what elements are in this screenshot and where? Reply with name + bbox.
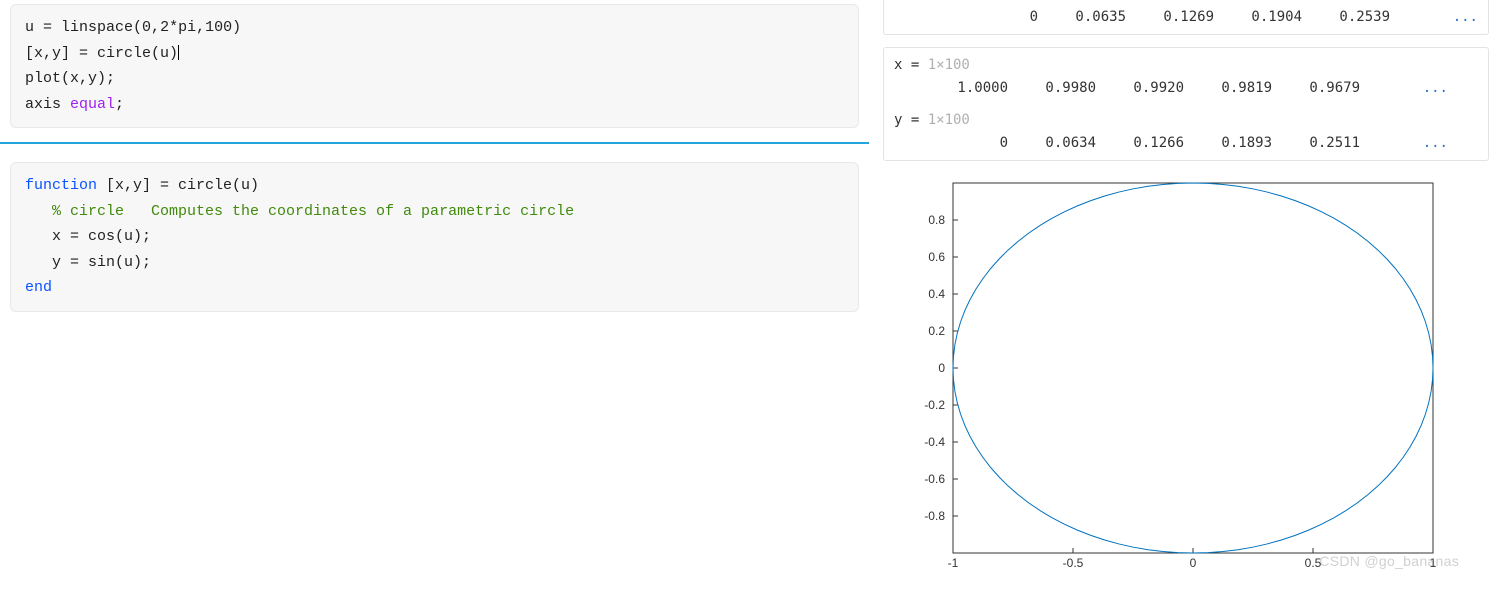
x-axis-ticks: -1 -0.5 0 0.5 1 (948, 548, 1437, 570)
ellipsis-icon[interactable]: ... (1414, 6, 1478, 28)
code-text: x = cos(u); (52, 228, 151, 245)
plot-svg: -0.8 -0.6 -0.4 -0.2 0 0.2 0.4 0.6 0.8 -1 -0.5 0 0.5… (893, 173, 1453, 573)
output-row: 1.0000 0.9980 0.9920 0.9819 0.9679 ... (894, 77, 1478, 99)
output-value: 0.2511 (1296, 132, 1360, 154)
output-value: 0.9819 (1208, 77, 1272, 99)
code-block-1[interactable]: u = linspace(0,2*pi,100) [x,y] = circle(… (10, 4, 859, 128)
code-number: 2 (160, 19, 169, 36)
output-value: 0.1893 (1208, 132, 1272, 154)
code-text: [x,y] = circle(u) (97, 177, 259, 194)
code-text: plot(x,y); (25, 70, 115, 87)
code-keyword: function (25, 177, 97, 194)
output-pane: 0 0.0635 0.1269 0.1904 0.2539 ... x = 1×… (869, 0, 1497, 607)
code-text: u = linspace( (25, 19, 142, 36)
code-number: 100 (205, 19, 232, 36)
editor-pane: u = linspace(0,2*pi,100) [x,y] = circle(… (0, 0, 869, 607)
output-value: 0.9980 (1032, 77, 1096, 99)
code-line: x = cos(u); (25, 224, 844, 250)
var-dimensions: 1×100 (928, 57, 970, 73)
output-row: 0 0.0634 0.1266 0.1893 0.2511 ... (894, 132, 1478, 154)
svg-text:0.6: 0.6 (928, 250, 945, 264)
var-name: x = (894, 57, 928, 73)
code-line: function [x,y] = circle(u) (25, 173, 844, 199)
var-name: y = (894, 112, 928, 128)
svg-text:0.5: 0.5 (1305, 556, 1322, 570)
code-text: ; (115, 96, 124, 113)
svg-text:1: 1 (1430, 556, 1437, 570)
output-value: 0.0634 (1032, 132, 1096, 154)
output-value: 1.0000 (944, 77, 1008, 99)
code-text: *pi, (169, 19, 205, 36)
code-text: , (151, 19, 160, 36)
svg-text:-0.5: -0.5 (1063, 556, 1084, 570)
code-line: axis equal; (25, 92, 844, 118)
svg-text:-0.2: -0.2 (924, 398, 945, 412)
output-value: 0.1904 (1238, 6, 1302, 28)
code-block-2[interactable]: function [x,y] = circle(u) % circle Comp… (10, 162, 859, 312)
code-line: plot(x,y); (25, 66, 844, 92)
output-value: 0.9920 (1120, 77, 1184, 99)
output-value: 0.2539 (1326, 6, 1390, 28)
svg-text:0.2: 0.2 (928, 324, 945, 338)
output-value: 0.0635 (1062, 6, 1126, 28)
plot-axes-box (953, 183, 1433, 553)
svg-text:-0.8: -0.8 (924, 509, 945, 523)
svg-text:0.4: 0.4 (928, 287, 945, 301)
code-line: u = linspace(0,2*pi,100) (25, 15, 844, 41)
code-keyword: equal (70, 96, 115, 113)
code-line: % circle Computes the coordinates of a p… (25, 199, 844, 225)
code-line: y = sin(u); (25, 250, 844, 276)
output-value: 0 (944, 132, 1008, 154)
code-line: end (25, 275, 844, 301)
code-text: ) (232, 19, 241, 36)
code-text: axis (25, 96, 70, 113)
output-block-xy: x = 1×100 1.0000 0.9980 0.9920 0.9819 0.… (883, 47, 1489, 161)
svg-text:0: 0 (938, 361, 945, 375)
svg-text:0.8: 0.8 (928, 213, 945, 227)
output-value: 0.1269 (1150, 6, 1214, 28)
output-block-top: 0 0.0635 0.1269 0.1904 0.2539 ... (883, 0, 1489, 35)
svg-text:-0.6: -0.6 (924, 472, 945, 486)
text-cursor (178, 45, 179, 60)
plot-figure[interactable]: -0.8 -0.6 -0.4 -0.2 0 0.2 0.4 0.6 0.8 -1 -0.5 0 0.5… (883, 173, 1489, 573)
code-number: 0 (142, 19, 151, 36)
ellipsis-icon[interactable]: ... (1384, 132, 1448, 154)
section-divider (0, 142, 869, 144)
output-row: 0 0.0635 0.1269 0.1904 0.2539 ... (894, 6, 1478, 28)
output-var-header: y = 1×100 (894, 109, 1478, 131)
code-comment: % circle Computes the coordinates of a p… (52, 203, 574, 220)
code-text: y = sin(u); (52, 254, 151, 271)
code-text: [x,y] = circle(u) (25, 45, 178, 62)
output-value: 0.1266 (1120, 132, 1184, 154)
ellipsis-icon[interactable]: ... (1384, 77, 1448, 99)
code-line: [x,y] = circle(u) (25, 41, 844, 67)
output-value: 0 (974, 6, 1038, 28)
svg-text:-0.4: -0.4 (924, 435, 945, 449)
output-value: 0.9679 (1296, 77, 1360, 99)
output-var-header: x = 1×100 (894, 54, 1478, 76)
code-keyword: end (25, 279, 52, 296)
var-dimensions: 1×100 (928, 112, 970, 128)
svg-text:0: 0 (1190, 556, 1197, 570)
svg-text:-1: -1 (948, 556, 959, 570)
plot-line-circle (953, 183, 1433, 553)
